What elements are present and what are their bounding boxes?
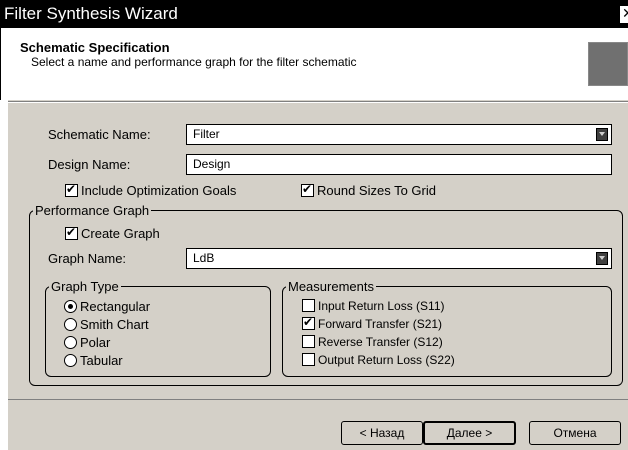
dropdown-arrow-icon[interactable] — [596, 128, 608, 141]
measurements-group-label: Measurements — [286, 279, 376, 294]
checkbox-s21[interactable]: Forward Transfer (S21) — [302, 315, 443, 331]
checkbox-checked-icon[interactable] — [65, 182, 78, 198]
cancel-button[interactable]: Отмена — [529, 421, 621, 445]
design-name-value: Design — [193, 157, 231, 171]
page-title: Schematic Specification — [20, 40, 170, 55]
graph-name-label: Graph Name: — [48, 251, 127, 266]
design-name-input[interactable]: Design — [186, 154, 612, 175]
create-graph-label: Create Graph — [81, 226, 160, 242]
include-optimization-label: Include Optimization Goals — [81, 183, 237, 199]
schematic-name-dropdown[interactable]: Filter — [186, 124, 612, 145]
graph-type-group-label: Graph Type — [49, 279, 121, 294]
dropdown-arrow-icon[interactable] — [596, 252, 608, 265]
radio-polar[interactable]: Polar — [64, 334, 110, 350]
back-button[interactable]: < Назад — [341, 421, 423, 445]
create-graph-checkbox[interactable]: Create Graph — [65, 225, 160, 241]
measurement-label: Input Return Loss (S11) — [318, 298, 445, 313]
radio-unselected-icon[interactable] — [64, 336, 77, 350]
title-bar: Filter Synthesis Wizard ✕ — [0, 0, 628, 28]
checkbox-checked-icon[interactable] — [301, 182, 314, 198]
radio-selected-icon[interactable] — [64, 300, 77, 314]
design-name-label: Design Name: — [48, 157, 131, 172]
close-icon: ✕ — [622, 6, 628, 22]
measurement-label: Output Return Loss (S22) — [318, 352, 455, 367]
header-divider-highlight — [8, 102, 628, 103]
checkbox-checked-icon[interactable] — [302, 315, 315, 331]
checkbox-checked-icon[interactable] — [65, 225, 78, 241]
radio-rectangular[interactable]: Rectangular — [64, 298, 150, 314]
radio-label: Tabular — [80, 353, 123, 369]
measurement-label: Forward Transfer (S21) — [318, 316, 443, 331]
checkbox-s12[interactable]: Reverse Transfer (S12) — [302, 334, 443, 349]
window-title: Filter Synthesis Wizard — [4, 4, 178, 23]
page-subtitle: Select a name and performance graph for … — [31, 55, 357, 69]
close-button[interactable]: ✕ — [619, 6, 628, 23]
measurement-label: Reverse Transfer (S12) — [318, 334, 443, 349]
performance-graph-group-label: Performance Graph — [33, 203, 152, 218]
footer-divider — [8, 399, 628, 400]
graph-name-dropdown[interactable]: LdB — [186, 248, 612, 269]
checkbox-s11[interactable]: Input Return Loss (S11) — [302, 298, 445, 313]
schematic-name-value: Filter — [193, 127, 220, 141]
checkbox-unchecked-icon[interactable] — [302, 353, 315, 367]
radio-tabular[interactable]: Tabular — [64, 352, 123, 368]
radio-unselected-icon[interactable] — [64, 318, 77, 332]
graph-name-value: LdB — [193, 251, 215, 265]
round-sizes-checkbox[interactable]: Round Sizes To Grid — [301, 182, 436, 198]
checkbox-s22[interactable]: Output Return Loss (S22) — [302, 352, 455, 367]
radio-label: Polar — [80, 335, 111, 351]
radio-smith-chart[interactable]: Smith Chart — [64, 316, 149, 332]
radio-label: Smith Chart — [80, 317, 149, 333]
radio-unselected-icon[interactable] — [64, 354, 77, 368]
include-optimization-checkbox[interactable]: Include Optimization Goals — [65, 182, 236, 198]
checkbox-unchecked-icon[interactable] — [302, 335, 315, 349]
round-sizes-label: Round Sizes To Grid — [317, 183, 436, 199]
checkbox-unchecked-icon[interactable] — [302, 299, 315, 313]
header-graphic — [588, 42, 628, 86]
radio-label: Rectangular — [80, 299, 151, 315]
schematic-name-label: Schematic Name: — [48, 127, 151, 142]
next-button[interactable]: Далее > — [423, 421, 516, 445]
